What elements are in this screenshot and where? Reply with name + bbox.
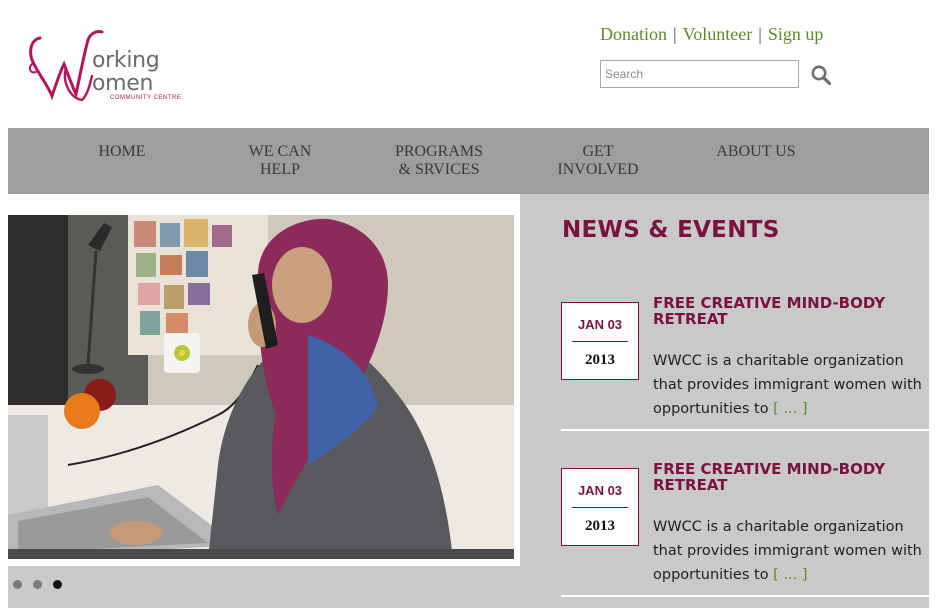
nav-about-us[interactable]: ABOUT US (708, 143, 804, 161)
news-event-item: JAN 03 2013 FREE CREATIVE MIND-BODY RETR… (561, 295, 929, 432)
utility-links: Donation | Volunteer | Sign up (600, 24, 823, 45)
event-description: WWCC is a charitable organization that p… (653, 515, 923, 587)
hero-photo-illustration (8, 215, 514, 559)
event-month-day: JAN 03 (577, 483, 623, 498)
nav-home-label: HOME (98, 143, 146, 160)
event-divider (561, 429, 929, 431)
search-icon (811, 65, 832, 86)
read-more-link[interactable]: [ ... ] (773, 401, 807, 417)
event-divider (561, 595, 929, 597)
nav-get-involved-line2: INVOLVED (557, 161, 639, 178)
main-nav: HOME WE CAN HELP PROGRAMS & SRVICES GET … (8, 128, 929, 194)
link-separator: | (758, 24, 762, 44)
hero-slide-image[interactable] (8, 215, 514, 559)
search-button[interactable] (810, 64, 832, 86)
event-year: 2013 (585, 518, 615, 534)
nav-about-us-label: ABOUT US (716, 143, 796, 160)
donation-link[interactable]: Donation (600, 24, 667, 44)
date-divider (572, 507, 628, 508)
slide-dot-2[interactable] (33, 580, 42, 589)
logo-word-women: omen (92, 71, 154, 96)
volunteer-link[interactable]: Volunteer (683, 24, 753, 44)
slide-dot-3-active[interactable] (53, 580, 62, 589)
event-year: 2013 (585, 352, 615, 368)
event-date-badge: JAN 03 2013 (561, 302, 639, 380)
signup-link[interactable]: Sign up (768, 24, 824, 44)
event-title-link[interactable]: FREE CREATIVE MIND-BODY RETREAT (653, 461, 923, 493)
news-event-item: JAN 03 2013 FREE CREATIVE MIND-BODY RETR… (561, 461, 929, 598)
logo-tagline: COMMUNITY CENTRE (110, 95, 182, 101)
search-input[interactable] (600, 60, 799, 88)
nav-programs-line2: & SRVICES (398, 161, 480, 178)
nav-we-can-help-line1: WE CAN (248, 143, 312, 160)
nav-we-can-help-line2: HELP (260, 161, 300, 178)
nav-get-involved[interactable]: GET INVOLVED (548, 143, 648, 179)
logo-word-working: orking (92, 48, 160, 73)
event-title-link[interactable]: FREE CREATIVE MIND-BODY RETREAT (653, 295, 923, 327)
event-month-day: JAN 03 (577, 317, 623, 332)
nav-get-involved-line1: GET (582, 143, 614, 160)
slide-dot-1[interactable] (13, 580, 22, 589)
event-date-badge: JAN 03 2013 (561, 468, 639, 546)
link-separator: | (673, 24, 677, 44)
event-description: WWCC is a charitable organization that p… (653, 349, 923, 421)
read-more-link[interactable]: [ ... ] (773, 567, 807, 583)
news-events-heading: NEWS & EVENTS (562, 217, 780, 243)
nav-we-can-help[interactable]: WE CAN HELP (240, 143, 320, 179)
site-logo[interactable]: orking omen COMMUNITY CENTRE (26, 24, 196, 110)
nav-programs-services[interactable]: PROGRAMS & SRVICES (384, 143, 494, 179)
nav-programs-line1: PROGRAMS (394, 143, 484, 160)
date-divider (572, 341, 628, 342)
nav-home[interactable]: HOME (92, 143, 152, 161)
